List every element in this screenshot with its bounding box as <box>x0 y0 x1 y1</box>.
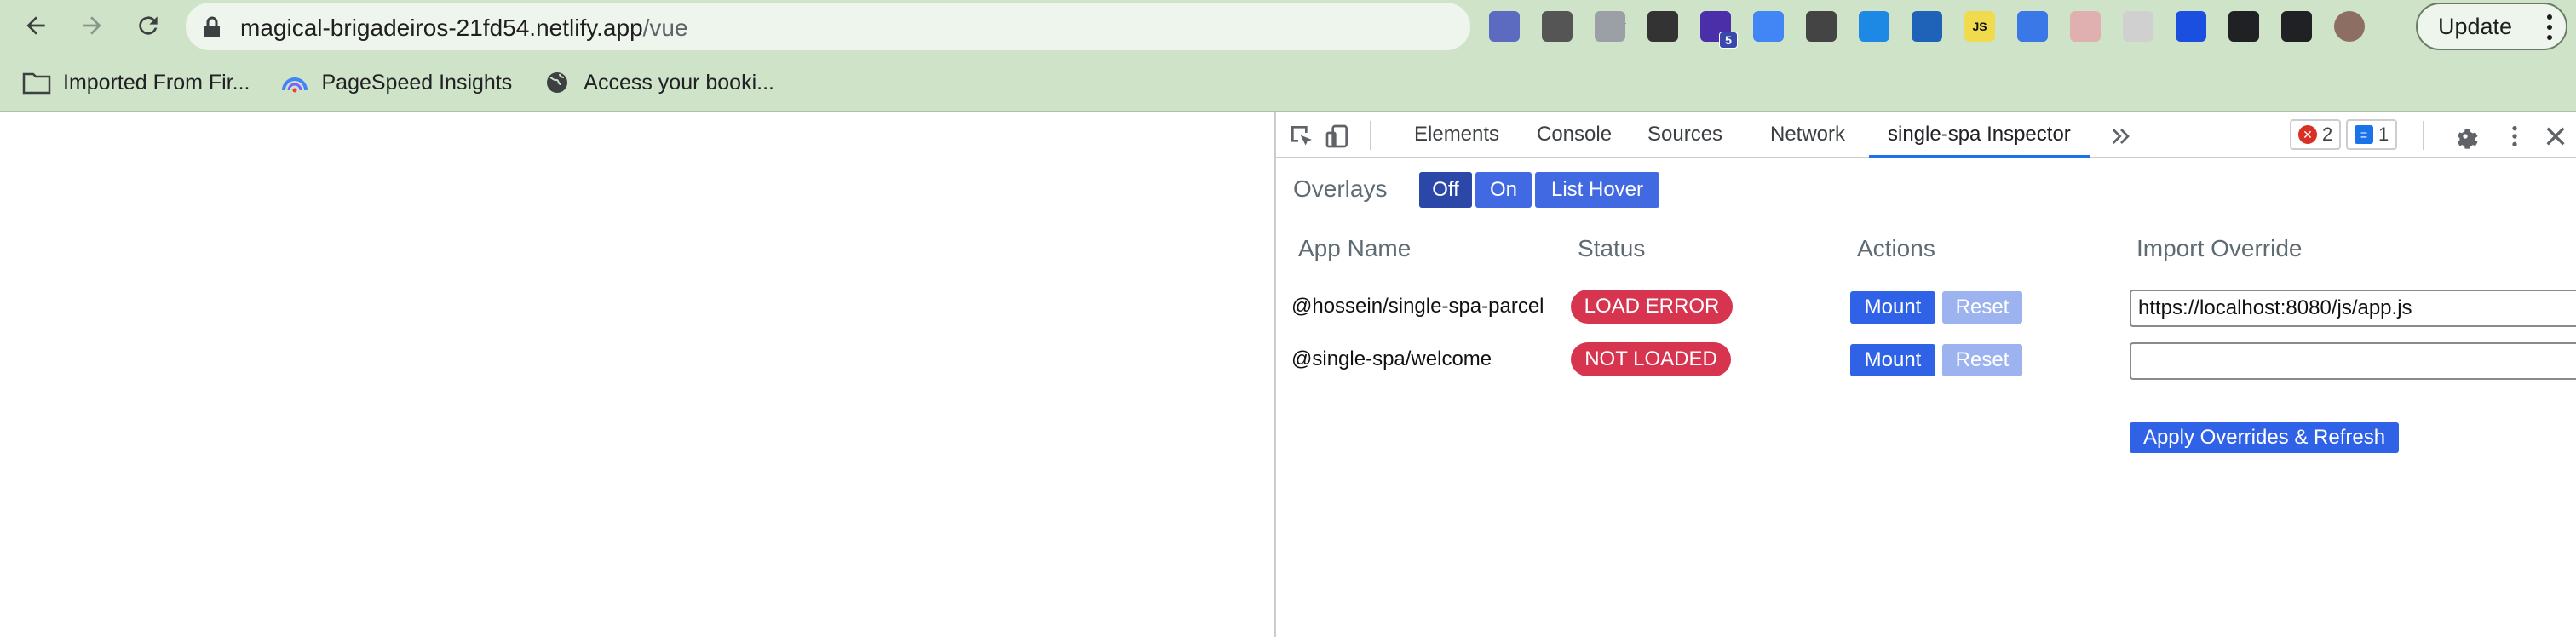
pagespeed-icon <box>282 77 308 93</box>
kebab-menu-icon[interactable] <box>2501 123 2528 150</box>
status-badge: NOT LOADED <box>1571 342 1731 376</box>
bookmark-label: Access your booki... <box>584 70 774 95</box>
lock-icon <box>204 16 220 37</box>
devtools-tabbar: Elements Console Sources Network single-… <box>1276 112 2576 158</box>
wave-icon[interactable] <box>1912 11 1942 42</box>
page-viewport <box>0 112 1274 637</box>
bookmarks-bar: Imported From Fir... PageSpeed Insights … <box>0 61 783 104</box>
error-counter[interactable]: ✕ 2 <box>2290 119 2342 150</box>
arrow-right-icon <box>83 16 101 35</box>
tab-elements[interactable]: Elements <box>1414 123 1499 146</box>
close-icon[interactable] <box>2542 123 2569 150</box>
import-override-input[interactable] <box>2130 342 2576 380</box>
tab-console[interactable]: Console <box>1537 123 1612 146</box>
ext-k-icon[interactable] <box>2070 11 2101 42</box>
device-toolbar-icon[interactable] <box>1324 123 1351 150</box>
bolt-icon[interactable] <box>2176 11 2206 42</box>
more-tabs-chevron-icon[interactable] <box>2107 123 2135 150</box>
aperture-icon[interactable] <box>2017 11 2048 42</box>
bookmark-label: Imported From Fir... <box>63 70 250 95</box>
back-button[interactable] <box>17 7 55 44</box>
reload-icon <box>139 16 158 35</box>
forward-button[interactable] <box>73 7 111 44</box>
grid-icon[interactable] <box>1859 11 1889 42</box>
toolbar-divider <box>2423 121 2424 150</box>
error-icon: ✕ <box>2298 125 2317 144</box>
translate-icon[interactable] <box>1753 11 1784 42</box>
column-header-app-name: App Name <box>1298 235 1412 261</box>
apply-overrides-button[interactable]: Apply Overrides & Refresh <box>2130 422 2399 453</box>
import-override-input[interactable] <box>2130 290 2576 327</box>
message-count: 1 <box>2378 123 2389 145</box>
bitwarden-icon[interactable] <box>1489 11 1520 42</box>
toolbar-divider <box>1370 121 1371 150</box>
status-badge: LOAD ERROR <box>1571 290 1733 324</box>
single-spa-inspector-panel: Overlays Off On List Hover App Name Stat… <box>1276 158 2576 637</box>
screen-icon[interactable] <box>1647 11 1678 42</box>
ext-box-icon[interactable] <box>2123 11 2153 42</box>
folder-icon <box>22 72 51 95</box>
reset-button[interactable]: Reset <box>1942 344 2022 376</box>
reset-button[interactable]: Reset <box>1942 291 2022 324</box>
stack-icon[interactable]: 5 <box>1700 11 1738 49</box>
settings-gear-icon[interactable] <box>2452 123 2479 150</box>
overlays-label: Overlays <box>1293 175 1388 202</box>
puzzle-icon[interactable] <box>2228 11 2259 42</box>
update-label: Update <box>2438 13 2513 39</box>
error-count: 2 <box>2322 123 2333 145</box>
url-text: magical-brigadeiros-21fd54.netlify.app/v… <box>240 14 688 41</box>
devtools-panel: Elements Console Sources Network single-… <box>1274 112 2576 637</box>
profile-avatar-icon[interactable] <box>2334 11 2365 42</box>
sidepanel-icon[interactable] <box>2281 11 2312 42</box>
inspect-element-icon[interactable] <box>1288 123 1315 150</box>
tab-network[interactable]: Network <box>1770 123 1845 146</box>
overlay-on-button[interactable]: On <box>1475 172 1532 208</box>
column-header-import-override: Import Override <box>2136 235 2303 261</box>
tab-single-spa-inspector[interactable]: single-spa Inspector <box>1888 123 2071 146</box>
column-header-actions: Actions <box>1857 235 1935 261</box>
browser-toolbar: magical-brigadeiros-21fd54.netlify.app/v… <box>0 0 2576 112</box>
bookmark-pagespeed[interactable]: PageSpeed Insights <box>280 70 512 95</box>
update-button[interactable]: Update <box>2416 3 2567 50</box>
cookie-icon[interactable] <box>1542 11 1573 42</box>
bookmark-access-booking[interactable]: Access your booki... <box>543 70 774 95</box>
globe-icon <box>547 72 568 93</box>
js-icon[interactable]: JS <box>1964 11 1995 42</box>
column-header-status: Status <box>1578 235 1646 261</box>
overlay-off-button[interactable]: Off <box>1419 172 1472 208</box>
message-icon: ≡ <box>2355 125 2373 144</box>
address-bar[interactable]: magical-brigadeiros-21fd54.netlify.app/v… <box>186 3 1627 50</box>
mount-button[interactable]: Mount <box>1850 291 1935 324</box>
message-counter[interactable]: ≡ 1 <box>2346 119 2398 150</box>
menu-dots-icon <box>2547 14 2554 40</box>
reload-button[interactable] <box>129 7 167 44</box>
vue-devtools-icon[interactable] <box>1595 11 1625 42</box>
bookmark-label: PageSpeed Insights <box>321 70 513 95</box>
arrow-left-icon <box>26 16 45 35</box>
mount-button[interactable]: Mount <box>1850 344 1935 376</box>
app-name-cell: @hossein/single-spa-parcel <box>1291 295 1544 318</box>
bookmark-imported-folder[interactable]: Imported From Fir... <box>22 70 250 95</box>
extensions-bar: 5 JS <box>1489 7 2387 49</box>
eyedropper-icon[interactable] <box>1806 11 1837 42</box>
tab-sources[interactable]: Sources <box>1647 123 1722 146</box>
app-name-cell: @single-spa/welcome <box>1291 347 1492 370</box>
extension-badge: 5 <box>1719 32 1738 49</box>
overlay-list-hover-button[interactable]: List Hover <box>1535 172 1659 208</box>
